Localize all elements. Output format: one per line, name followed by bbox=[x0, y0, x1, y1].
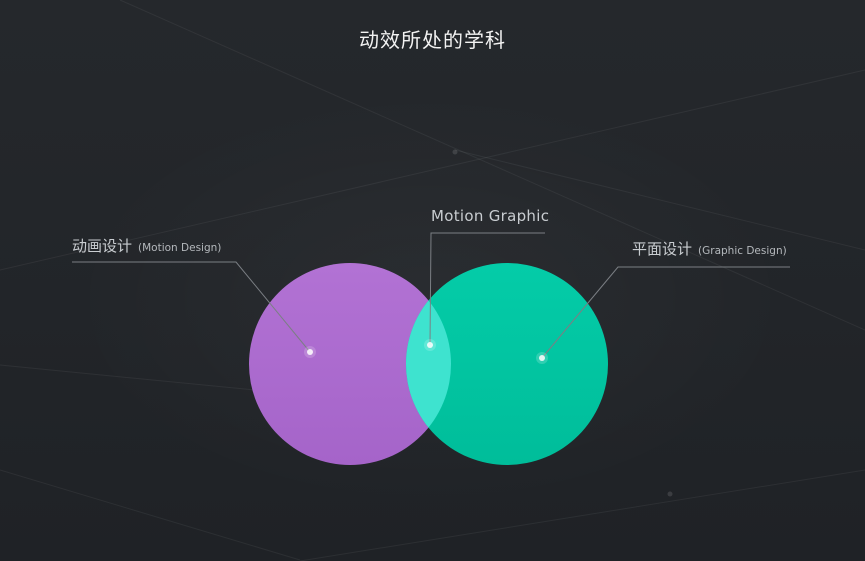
label-graphic-design-name: 平面设计 bbox=[632, 240, 693, 258]
label-graphic-design-english: (Graphic Design) bbox=[698, 245, 787, 257]
slide-canvas: 动效所处的学科 动画设计 (Motion Design) Motion Grap… bbox=[0, 0, 865, 561]
venn-diagram bbox=[72, 232, 790, 465]
label-motion-design: 动画设计 (Motion Design) bbox=[72, 235, 221, 256]
label-motion-design-english: (Motion Design) bbox=[138, 242, 222, 254]
label-motion-graphic: Motion Graphic bbox=[431, 207, 550, 225]
label-graphic-design: 平面设计 (Graphic Design) bbox=[632, 238, 787, 259]
label-motion-design-name: 动画设计 bbox=[72, 237, 133, 255]
